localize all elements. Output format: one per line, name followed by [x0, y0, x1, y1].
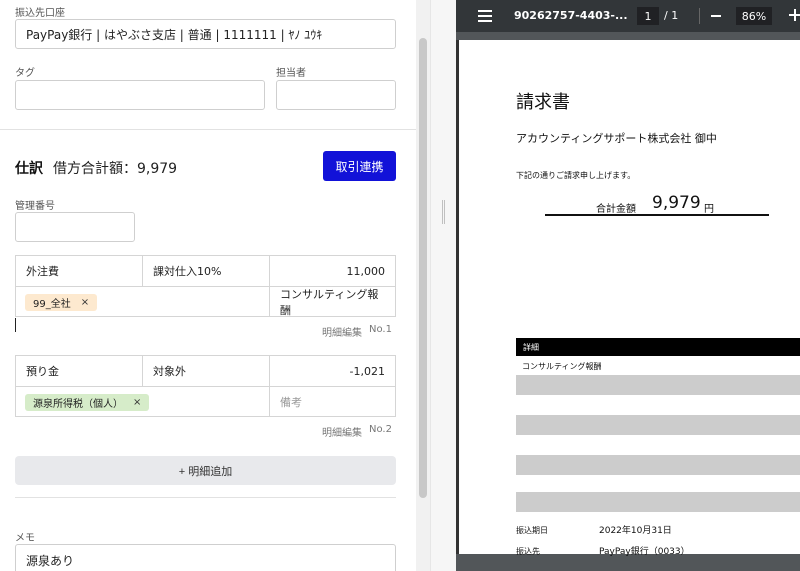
tag-chip: 源泉所得税（個人） ×: [25, 394, 150, 411]
add-line-button[interactable]: + 明細追加: [15, 456, 396, 485]
tax-category-cell[interactable]: 課対仕入10%: [143, 256, 269, 286]
tag-cell[interactable]: 99_全社 ×: [16, 287, 269, 317]
line-number: No.2: [369, 424, 392, 435]
journal-section-title: 仕訳: [15, 161, 43, 177]
section-divider: [0, 129, 416, 130]
control-number-field[interactable]: [15, 212, 135, 242]
detail-row-stripe: [516, 415, 800, 435]
line-edit-link[interactable]: 明細編集: [322, 424, 362, 439]
close-icon[interactable]: ×: [133, 397, 141, 408]
detail-row-stripe: [516, 375, 800, 395]
assignee-field[interactable]: [276, 80, 396, 110]
invoice-total-label: 合計金額: [596, 204, 636, 215]
transfer-to-label: 振込先: [516, 547, 540, 556]
memo-label: メモ: [15, 533, 35, 544]
memo-cell[interactable]: 備考: [270, 387, 395, 417]
debit-total: 借方合計額：9,979: [53, 161, 178, 177]
tag-field[interactable]: [15, 80, 265, 110]
memo-cell[interactable]: コンサルティング報酬: [270, 287, 395, 317]
menu-icon[interactable]: [478, 10, 492, 22]
bank-account-label: 振込先口座: [15, 8, 65, 19]
tag-chip-label: 源泉所得税（個人）: [33, 399, 123, 410]
panel-resize-handle[interactable]: [430, 0, 456, 571]
assignee-label: 担当者: [276, 68, 306, 79]
line-number: No.1: [369, 324, 392, 335]
total-underline: [545, 214, 769, 216]
journal-line-2: 預り金 対象外 -1,021 源泉所得税（個人） × 備考: [15, 355, 396, 417]
detail-item: コンサルティング報酬: [522, 362, 602, 371]
journal-line-1: 外注費 課対仕入10% 11,000 99_全社 × コンサルティング報酬: [15, 255, 396, 317]
text-cursor: [15, 318, 16, 332]
bank-account-field[interactable]: PayPay銀行 | はやぶさ支店 | 普通 | 1111111 | ﾔﾉ ﾕｳ…: [15, 19, 396, 49]
control-number-label: 管理番号: [15, 201, 55, 212]
zoom-level-input[interactable]: 86%: [736, 7, 772, 25]
form-scrollbar[interactable]: [416, 0, 430, 571]
detail-row-stripe: [516, 492, 800, 512]
detail-header: 詳細: [516, 338, 800, 356]
tag-cell[interactable]: 源泉所得税（個人） ×: [16, 387, 269, 417]
zoom-out-icon[interactable]: [711, 15, 721, 17]
memo-field[interactable]: 源泉あり: [15, 544, 396, 571]
detail-row-stripe: [516, 455, 800, 475]
grip-icon: [442, 200, 445, 224]
transfer-date-label: 振込期日: [516, 526, 548, 535]
account-cell[interactable]: 預り金: [16, 356, 142, 386]
journal-form-panel: 振込先口座 PayPay銀行 | はやぶさ支店 | 普通 | 1111111 |…: [0, 0, 416, 571]
invoice-title: 請求書: [516, 92, 570, 113]
account-cell[interactable]: 外注費: [16, 256, 142, 286]
pdf-file-name: 90262757-4403-...: [514, 9, 628, 22]
transfer-date-value: 2022年10月31日: [599, 526, 672, 536]
page-number-input[interactable]: 1: [637, 7, 659, 25]
transfer-to-value: PayPay銀行（0033）: [599, 547, 690, 557]
invoice-total-value: 9,979: [652, 193, 701, 213]
tag-label: タグ: [15, 68, 35, 79]
zoom-in-icon[interactable]: [789, 9, 800, 21]
invoice-total-unit: 円: [704, 204, 714, 215]
invoice-greeting: 下記の通りご請求申し上げます。: [516, 171, 636, 180]
link-transaction-button[interactable]: 取引連携: [323, 151, 396, 181]
pdf-toolbar: 90262757-4403-... 1 / 1 86%: [456, 0, 800, 32]
section-divider: [15, 497, 396, 498]
tag-chip: 99_全社 ×: [25, 294, 98, 311]
pdf-viewer: 90262757-4403-... 1 / 1 86% 請求書 アカウンティング…: [456, 0, 800, 571]
tag-chip-label: 99_全社: [33, 299, 71, 310]
scrollbar-thumb[interactable]: [419, 38, 427, 498]
invoice-client: アカウンティングサポート株式会社 御中: [516, 132, 717, 145]
amount-cell[interactable]: -1,021: [270, 356, 395, 386]
close-icon[interactable]: ×: [81, 297, 89, 308]
pdf-page: 請求書 アカウンティングサポート株式会社 御中 下記の通りご請求申し上げます。 …: [456, 40, 800, 557]
tax-category-cell[interactable]: 対象外: [143, 356, 269, 386]
line-edit-link[interactable]: 明細編集: [322, 324, 362, 339]
page-total: / 1: [664, 9, 679, 22]
amount-cell[interactable]: 11,000: [270, 256, 395, 286]
